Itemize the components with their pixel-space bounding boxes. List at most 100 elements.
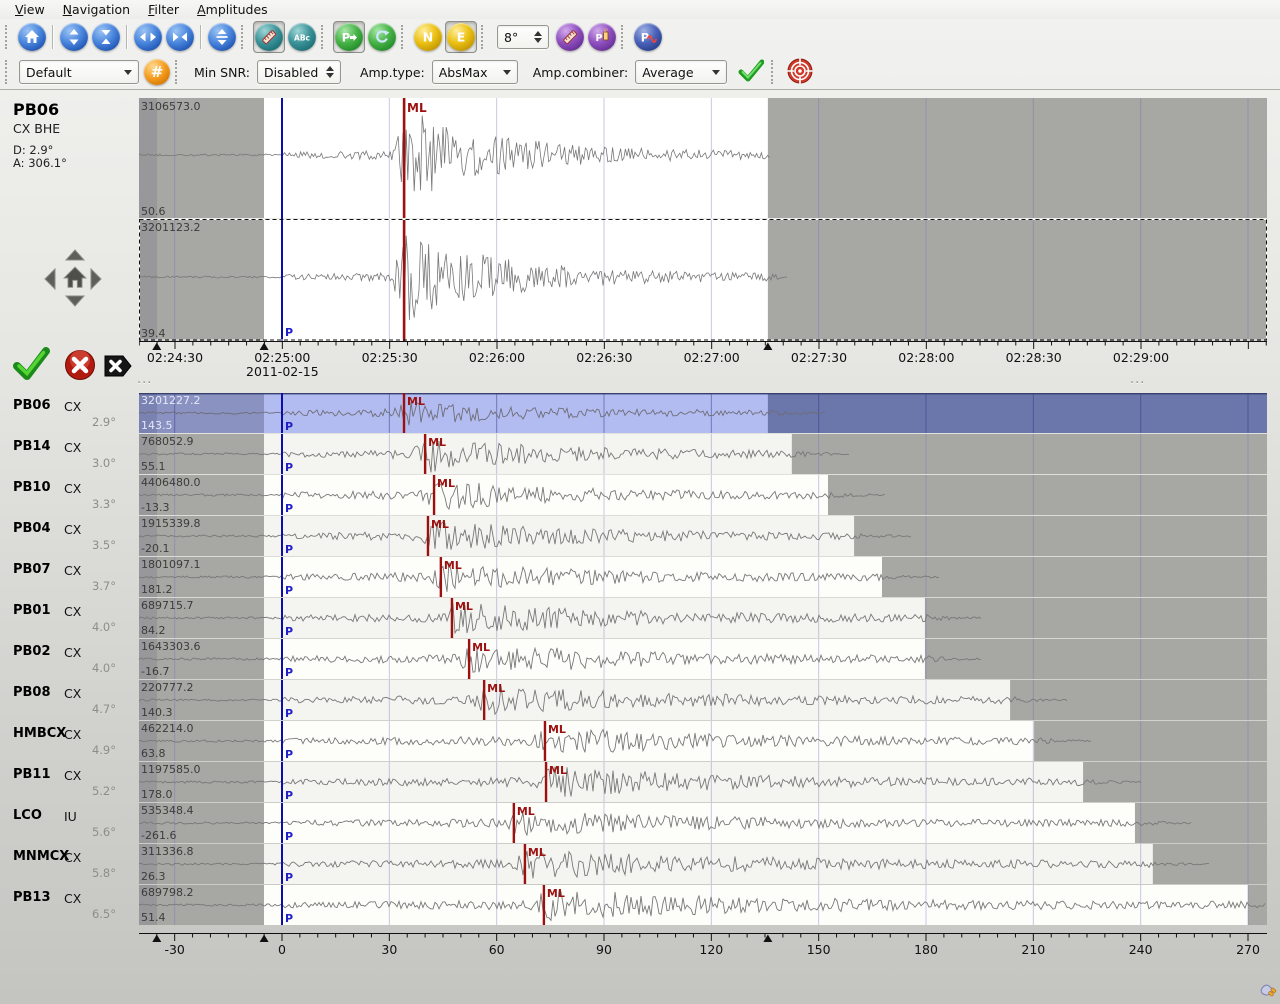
toggle-labels-button[interactable]: ABc	[288, 23, 316, 51]
station-row-label-PB14[interactable]: PB14CX3.0°	[0, 434, 138, 475]
amp-min-label: 50.6	[141, 205, 166, 218]
station-row-label-PB13[interactable]: PB13CX6.5°	[0, 885, 138, 926]
filter-profile-combobox[interactable]: Default	[19, 60, 139, 84]
axis-tick-label: 0	[278, 942, 286, 957]
ruler-icon	[260, 28, 278, 46]
splitter-handle[interactable]: ···	[1130, 376, 1145, 391]
recompute-amplitudes-button[interactable]	[368, 23, 396, 51]
toolbar-drag-handle[interactable]	[771, 60, 777, 84]
ml-marker-label: ML	[472, 641, 490, 654]
toolbar-drag-handle[interactable]	[481, 25, 487, 49]
menu-view[interactable]: View	[6, 1, 54, 18]
station-row-label-PB08[interactable]: PB08CX4.7°	[0, 680, 138, 721]
amp-max-label: 220777.2	[141, 681, 194, 694]
fit-vertical-button[interactable]	[92, 23, 120, 51]
network-code: CX	[64, 891, 81, 906]
station-code: PB13	[13, 890, 51, 905]
menu-bar: ViewNavigationFilterAmplitudes	[0, 0, 1280, 19]
expand-horizontal-button[interactable]	[134, 23, 162, 51]
trace-row-PB14[interactable]: PML768052.955.1	[139, 434, 1267, 474]
axis-tick-label: 02:28:30	[1006, 350, 1062, 365]
station-distance: 4.9°	[70, 743, 116, 757]
measure-amplitudes-button[interactable]	[556, 23, 584, 51]
spin-arrows-icon[interactable]	[534, 31, 542, 43]
toolbar-drag-handle[interactable]	[401, 25, 407, 49]
spin-arrows-icon[interactable]	[326, 66, 334, 78]
current-station-code: PB06	[13, 100, 59, 119]
zoom-trace-panel[interactable]: MLP3106573.050.63201123.239.4	[139, 98, 1267, 344]
accept-amplitude-button[interactable]	[12, 346, 50, 385]
station-row-label-LCO[interactable]: LCOIU5.6°	[0, 803, 138, 844]
align-on-p-pick-button[interactable]: P	[335, 23, 363, 51]
trace-row-MNMCX[interactable]: PML311336.826.3	[139, 844, 1267, 884]
station-row-label-PB01[interactable]: PB01CX4.0°	[0, 598, 138, 639]
trace-row-LCO[interactable]: PML535348.4-261.6	[139, 803, 1267, 843]
p-marker-label: P	[285, 830, 293, 843]
station-row-label-MNMCX[interactable]: MNMCXCX5.8°	[0, 844, 138, 885]
station-row-label-PB11[interactable]: PB11CX5.2°	[0, 762, 138, 803]
component-east-button[interactable]: E	[447, 23, 475, 51]
menu-amplitudes[interactable]: Amplitudes	[188, 1, 277, 18]
ml-marker-label: ML	[487, 682, 505, 695]
toolbar-drag-handle[interactable]	[5, 60, 11, 84]
station-row-label-PB06[interactable]: PB06CX2.9°	[0, 393, 138, 434]
expand-vertical-button[interactable]	[60, 23, 88, 51]
trace-row-PB06[interactable]: PML3201227.2143.5	[139, 393, 1267, 433]
network-code: CX	[64, 645, 81, 660]
amp-type-combobox[interactable]: AbsMax	[432, 60, 518, 84]
p-marker-label: P	[285, 543, 293, 556]
trace-row-PB08[interactable]: PML220777.2140.3	[139, 680, 1267, 720]
toolbar-drag-handle[interactable]	[175, 60, 181, 84]
pick-amplitudes-button[interactable]: PJP	[588, 23, 616, 51]
scroll-up-button[interactable]	[65, 249, 85, 264]
toolbar-drag-handle[interactable]	[241, 25, 247, 49]
station-code: PB07	[13, 562, 51, 577]
reject-amplitude-button[interactable]	[64, 349, 96, 384]
home-button[interactable]	[18, 23, 46, 51]
p-marker-label: P	[285, 461, 293, 474]
min-snr-label: Min SNR:	[194, 65, 250, 80]
trace-row-PB13[interactable]: PML689798.251.4	[139, 885, 1267, 925]
amp-min-label: 39.4	[141, 327, 166, 340]
trace-row-PB07[interactable]: PML1801097.1181.2	[139, 557, 1267, 597]
min-snr-spinbox[interactable]: Disabled	[257, 60, 341, 84]
discard-and-close-button[interactable]	[103, 352, 133, 383]
station-row-label-PB10[interactable]: PB10CX3.3°	[0, 475, 138, 516]
apply-amplitudes-button[interactable]	[738, 59, 764, 86]
open-waveform-picker-button[interactable]: P	[634, 23, 662, 51]
menu-filter[interactable]: Filter	[139, 1, 188, 18]
trace-row-PB02[interactable]: PML1643303.6-16.7	[139, 639, 1267, 679]
normalize-amplitude-button[interactable]	[208, 23, 236, 51]
splitter-handle[interactable]: ···	[137, 376, 152, 391]
station-row-label-PB07[interactable]: PB07CX3.7°	[0, 557, 138, 598]
trace-row-PB01[interactable]: PML689715.784.2	[139, 598, 1267, 638]
nav-home-button[interactable]	[61, 264, 89, 295]
toolbar-drag-handle[interactable]	[621, 25, 627, 49]
menu-navigation[interactable]: Navigation	[54, 1, 139, 18]
fit-horizontal-button[interactable]	[166, 23, 194, 51]
commit-magnitude-button[interactable]	[786, 57, 814, 88]
station-row-label-PB02[interactable]: PB02CX4.0°	[0, 639, 138, 680]
toolbar-drag-handle[interactable]	[5, 25, 11, 49]
component-north-button[interactable]: N	[414, 23, 442, 51]
trace-row-PB04[interactable]: PML1915339.8-20.1	[139, 516, 1267, 556]
station-row-label-HMBCX[interactable]: HMBCXCX4.9°	[0, 721, 138, 762]
main-toolbar: ABc P NE 8° PJP P	[0, 19, 1280, 55]
hash-filter-button[interactable]: #	[144, 59, 170, 85]
rotation-spinbox[interactable]: 8°	[497, 25, 549, 49]
scroll-right-button[interactable]	[90, 268, 102, 293]
trace-row-PB10[interactable]: PML4406480.0-13.3	[139, 475, 1267, 515]
station-row-label-PB04[interactable]: PB04CX3.5°	[0, 516, 138, 557]
trace-row-PB11[interactable]: PML1197585.0178.0	[139, 762, 1267, 802]
toolbar-drag-handle[interactable]	[321, 25, 327, 49]
ml-marker	[427, 516, 429, 556]
parrow-icon: P	[340, 28, 358, 46]
toolbar-separator	[126, 25, 128, 49]
scroll-left-button[interactable]	[44, 268, 56, 293]
toggle-ruler-button[interactable]	[255, 23, 283, 51]
scroll-down-button[interactable]	[65, 295, 85, 310]
ml-marker-label: ML	[517, 805, 535, 818]
ml-marker-label: ML	[528, 846, 546, 859]
amp-combiner-combobox[interactable]: Average	[635, 60, 727, 84]
trace-row-HMBCX[interactable]: PML462214.063.8	[139, 721, 1267, 761]
